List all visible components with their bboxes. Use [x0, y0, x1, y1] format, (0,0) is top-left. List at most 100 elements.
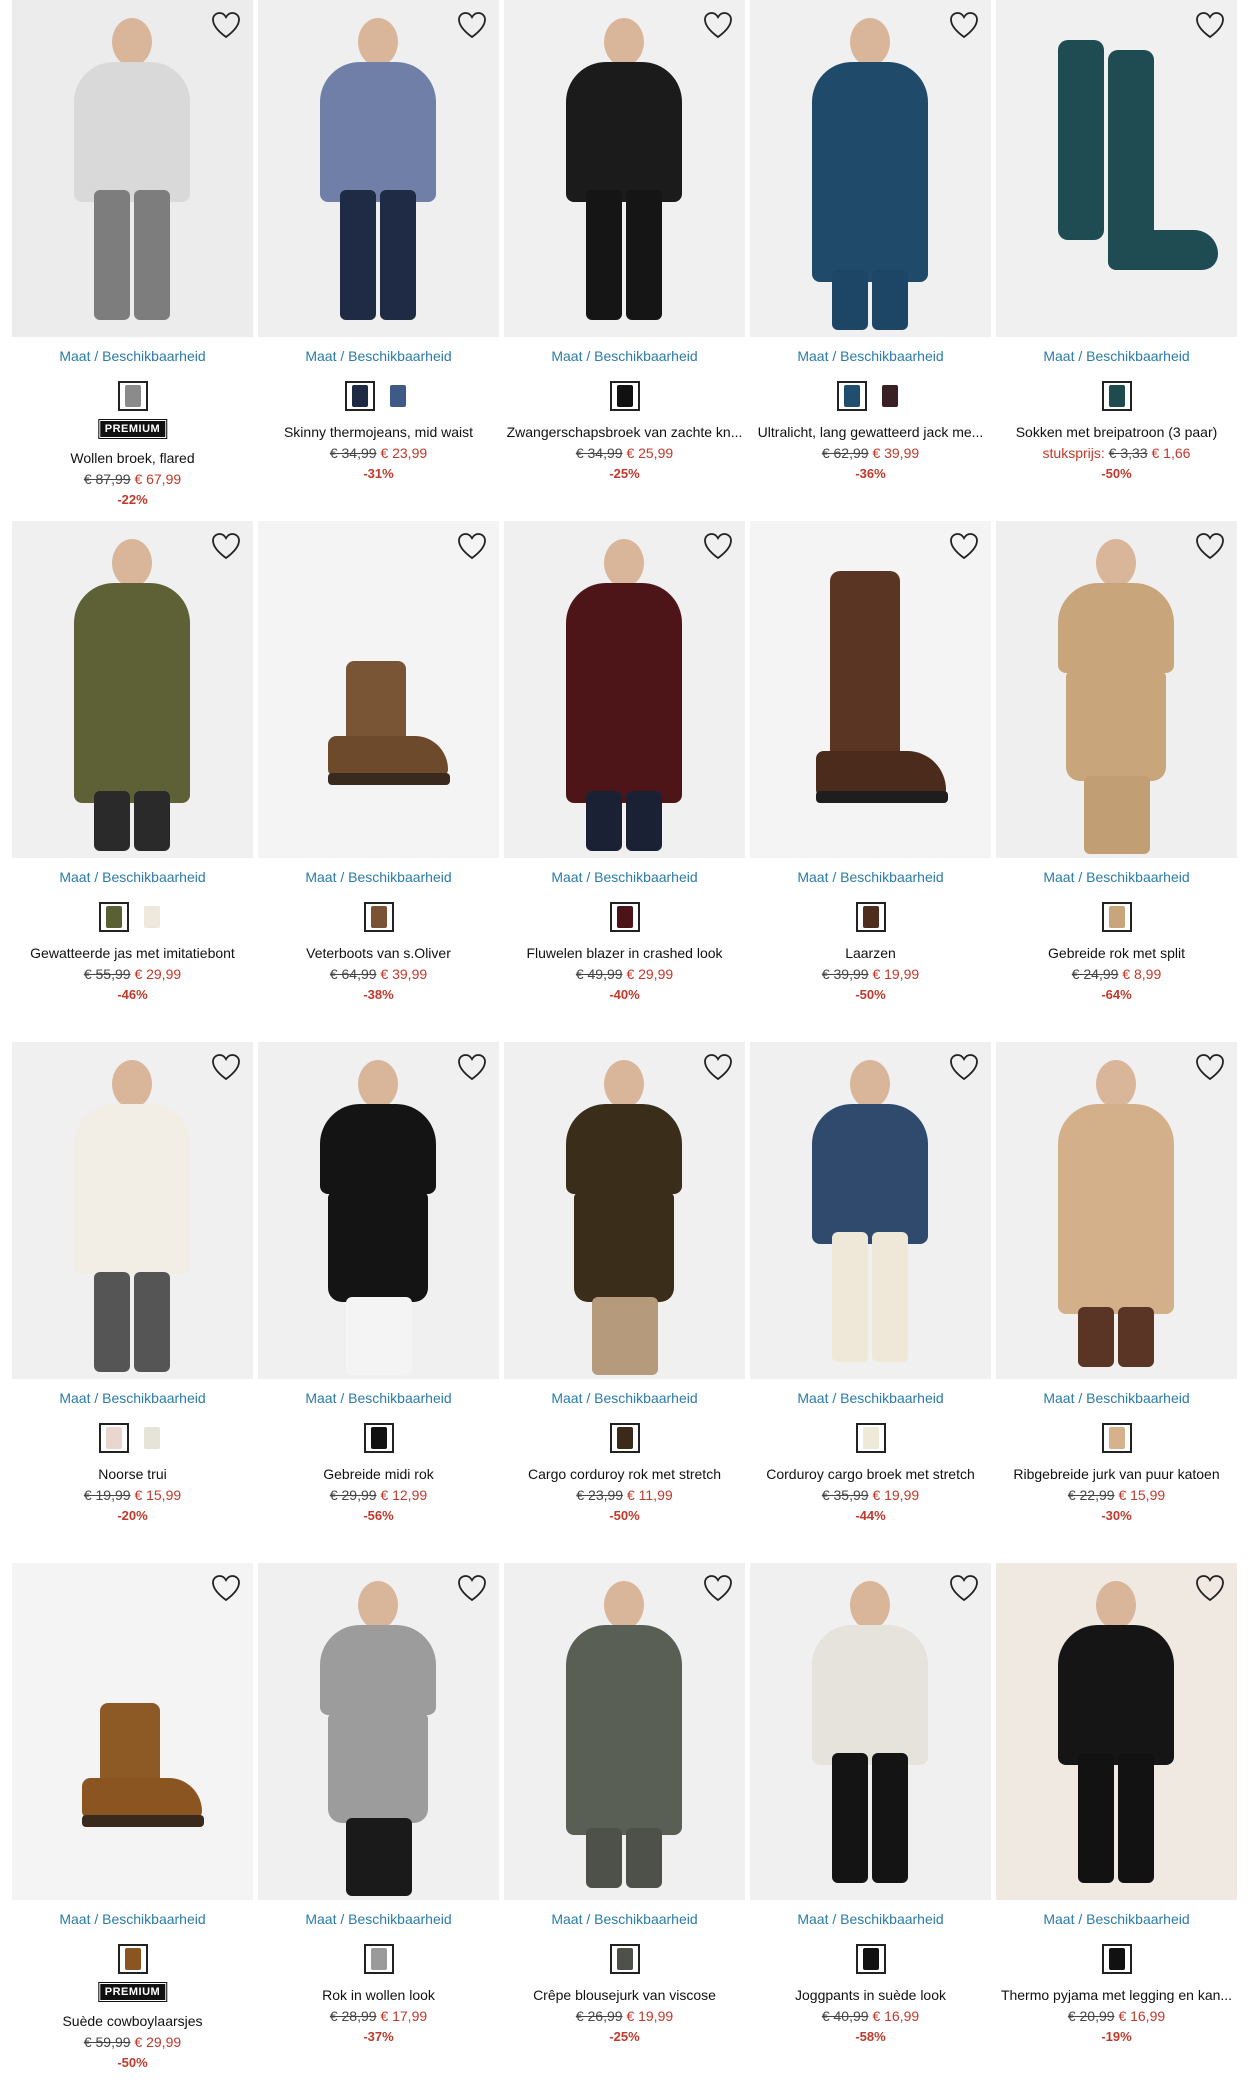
color-swatch[interactable] [117, 381, 148, 411]
product-image[interactable] [12, 1042, 253, 1379]
product-image[interactable] [504, 0, 745, 337]
wishlist-heart-icon[interactable] [457, 1574, 487, 1602]
product-image[interactable] [12, 521, 253, 858]
wishlist-heart-icon[interactable] [457, 532, 487, 560]
size-availability-link[interactable]: Maat / Beschikbaarheid [504, 1911, 745, 1927]
size-availability-link[interactable]: Maat / Beschikbaarheid [750, 348, 991, 364]
product-image[interactable] [750, 1042, 991, 1379]
product-name[interactable]: Ribgebreide jurk van puur katoen [996, 1466, 1237, 1482]
size-availability-link[interactable]: Maat / Beschikbaarheid [504, 348, 745, 364]
color-swatch[interactable] [1101, 1423, 1132, 1453]
product-card[interactable]: Maat / Beschikbaarheid Crêpe blousejurk v… [504, 1563, 745, 2083]
product-name[interactable]: Gebreide midi rok [258, 1466, 499, 1482]
wishlist-heart-icon[interactable] [211, 1053, 241, 1081]
wishlist-heart-icon[interactable] [211, 11, 241, 39]
product-name[interactable]: Laarzen [750, 945, 991, 961]
wishlist-heart-icon[interactable] [703, 532, 733, 560]
color-swatch[interactable] [609, 902, 640, 932]
wishlist-heart-icon[interactable] [211, 532, 241, 560]
color-swatch[interactable] [117, 1944, 148, 1974]
color-swatch[interactable] [136, 902, 167, 932]
color-swatch[interactable] [855, 902, 886, 932]
color-swatch[interactable] [836, 381, 867, 411]
product-image[interactable] [258, 521, 499, 858]
product-card[interactable]: Maat / Beschikbaarheid Zwangerschapsbroek… [504, 0, 745, 520]
wishlist-heart-icon[interactable] [457, 11, 487, 39]
product-name[interactable]: Veterboots van s.Oliver [258, 945, 499, 961]
size-availability-link[interactable]: Maat / Beschikbaarheid [750, 1390, 991, 1406]
product-name[interactable]: Corduroy cargo broek met stretch [750, 1466, 991, 1482]
product-image[interactable] [750, 521, 991, 858]
product-name[interactable]: Suède cowboylaarsjes [12, 2013, 253, 2029]
product-image[interactable] [12, 0, 253, 337]
product-card[interactable]: Maat / Beschikbaarheid Gebreide rok met s… [996, 521, 1237, 1041]
product-card[interactable]: Maat / Beschikbaarheid Sokken met breipat… [996, 0, 1237, 520]
product-name[interactable]: Wollen broek, flared [12, 450, 253, 466]
color-swatch[interactable] [874, 381, 905, 411]
size-availability-link[interactable]: Maat / Beschikbaarheid [258, 869, 499, 885]
color-swatch[interactable] [136, 1423, 167, 1453]
wishlist-heart-icon[interactable] [211, 1574, 241, 1602]
product-card[interactable]: Maat / Beschikbaarheid Corduroy cargo bro… [750, 1042, 991, 1562]
product-card[interactable]: Maat / Beschikbaarheid Gebreide midi rok €… [258, 1042, 499, 1562]
color-swatch[interactable] [363, 1944, 394, 1974]
size-availability-link[interactable]: Maat / Beschikbaarheid [12, 1911, 253, 1927]
size-availability-link[interactable]: Maat / Beschikbaarheid [996, 1911, 1237, 1927]
color-swatch[interactable] [609, 1944, 640, 1974]
size-availability-link[interactable]: Maat / Beschikbaarheid [12, 348, 253, 364]
size-availability-link[interactable]: Maat / Beschikbaarheid [258, 1911, 499, 1927]
product-name[interactable]: Crêpe blousejurk van viscose [504, 1987, 745, 2003]
product-image[interactable] [258, 1563, 499, 1900]
product-card[interactable]: Maat / Beschikbaarheid Ultralicht, lang g… [750, 0, 991, 520]
product-name[interactable]: Noorse trui [12, 1466, 253, 1482]
product-image[interactable] [996, 1563, 1237, 1900]
color-swatch[interactable] [363, 902, 394, 932]
product-name[interactable]: Cargo corduroy rok met stretch [504, 1466, 745, 1482]
product-card[interactable]: Maat / Beschikbaarheid PREMIUM Suède cowbo… [12, 1563, 253, 2083]
wishlist-heart-icon[interactable] [949, 1053, 979, 1081]
color-swatch[interactable] [1101, 381, 1132, 411]
product-name[interactable]: Skinny thermojeans, mid waist [258, 424, 499, 440]
product-card[interactable]: Maat / Beschikbaarheid Gewatteerde jas me… [12, 521, 253, 1041]
size-availability-link[interactable]: Maat / Beschikbaarheid [996, 348, 1237, 364]
product-card[interactable]: Maat / Beschikbaarheid Joggpants in suède… [750, 1563, 991, 2083]
size-availability-link[interactable]: Maat / Beschikbaarheid [504, 1390, 745, 1406]
product-card[interactable]: Maat / Beschikbaarheid Thermo pyjama met … [996, 1563, 1237, 2083]
size-availability-link[interactable]: Maat / Beschikbaarheid [12, 1390, 253, 1406]
color-swatch[interactable] [855, 1423, 886, 1453]
wishlist-heart-icon[interactable] [703, 1574, 733, 1602]
product-name[interactable]: Ultralicht, lang gewatteerd jack me... [750, 424, 991, 440]
wishlist-heart-icon[interactable] [949, 11, 979, 39]
size-availability-link[interactable]: Maat / Beschikbaarheid [750, 1911, 991, 1927]
product-name[interactable]: Thermo pyjama met legging en kan... [996, 1987, 1237, 2003]
wishlist-heart-icon[interactable] [1195, 1574, 1225, 1602]
size-availability-link[interactable]: Maat / Beschikbaarheid [12, 869, 253, 885]
product-image[interactable] [750, 1563, 991, 1900]
product-image[interactable] [258, 0, 499, 337]
color-swatch[interactable] [344, 381, 375, 411]
product-image[interactable] [12, 1563, 253, 1900]
product-name[interactable]: Sokken met breipatroon (3 paar) [996, 424, 1237, 440]
product-card[interactable]: Maat / Beschikbaarheid PREMIUM Wollen broe… [12, 0, 253, 520]
product-image[interactable] [504, 1042, 745, 1379]
wishlist-heart-icon[interactable] [1195, 11, 1225, 39]
color-swatch[interactable] [609, 381, 640, 411]
wishlist-heart-icon[interactable] [703, 11, 733, 39]
color-swatch[interactable] [855, 1944, 886, 1974]
wishlist-heart-icon[interactable] [1195, 1053, 1225, 1081]
product-name[interactable]: Fluwelen blazer in crashed look [504, 945, 745, 961]
product-card[interactable]: Maat / Beschikbaarheid Noorse trui € 19,99… [12, 1042, 253, 1562]
wishlist-heart-icon[interactable] [703, 1053, 733, 1081]
size-availability-link[interactable]: Maat / Beschikbaarheid [996, 869, 1237, 885]
size-availability-link[interactable]: Maat / Beschikbaarheid [504, 869, 745, 885]
size-availability-link[interactable]: Maat / Beschikbaarheid [996, 1390, 1237, 1406]
color-swatch[interactable] [98, 902, 129, 932]
product-image[interactable] [996, 0, 1237, 337]
product-card[interactable]: Maat / Beschikbaarheid Ribgebreide jurk v… [996, 1042, 1237, 1562]
color-swatch[interactable] [609, 1423, 640, 1453]
product-card[interactable]: Maat / Beschikbaarheid Veterboots van s.O… [258, 521, 499, 1041]
product-image[interactable] [996, 1042, 1237, 1379]
color-swatch[interactable] [98, 1423, 129, 1453]
color-swatch[interactable] [382, 381, 413, 411]
product-name[interactable]: Joggpants in suède look [750, 1987, 991, 2003]
